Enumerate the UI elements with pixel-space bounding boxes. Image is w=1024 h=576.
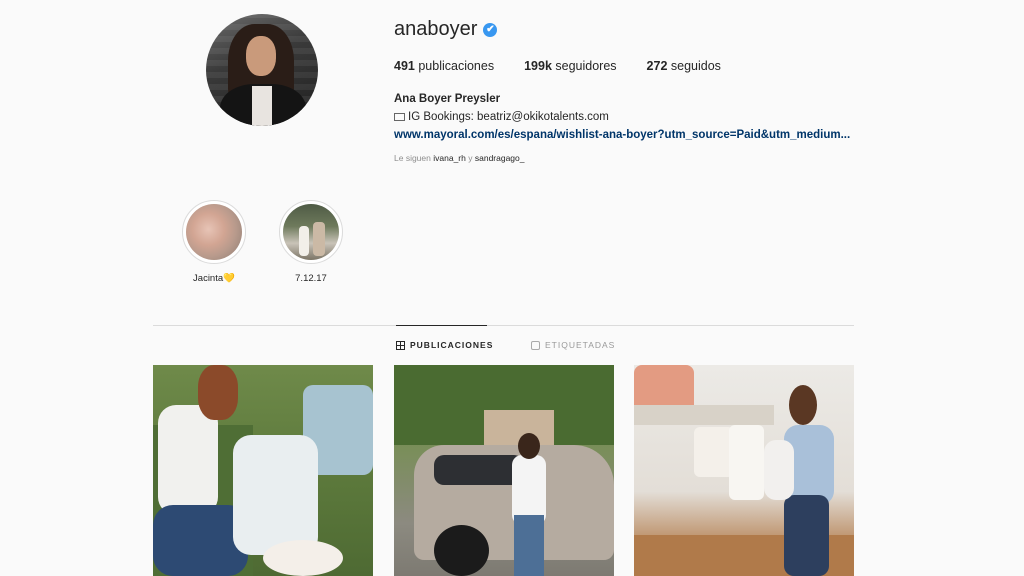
highlight-ring [279, 200, 343, 264]
profile-stats: 491 publicaciones 199k seguidores 272 se… [394, 59, 751, 73]
followed-by-prefix: Le siguen [394, 153, 431, 163]
highlight-figure [313, 222, 325, 256]
woman-jeans [784, 495, 829, 576]
post-thumbnail[interactable] [153, 365, 373, 576]
story-highlight[interactable]: 7.12.17 [279, 200, 343, 284]
followed-by-user-1[interactable]: ivana_rh [433, 153, 466, 163]
bio-text: IG Bookings: beatriz@okikotalents.com [408, 111, 609, 123]
verified-badge-icon: ✔ [483, 22, 498, 37]
story-highlight[interactable]: Jacinta💛 [182, 200, 246, 284]
bio-line: IG Bookings: beatriz@okikotalents.com [394, 108, 850, 126]
tab-posts[interactable]: PUBLICACIONES [396, 340, 493, 350]
hanging-clothes [729, 425, 764, 500]
hanging-bag [694, 427, 734, 477]
tagged-icon [531, 340, 540, 350]
car-window [434, 455, 524, 485]
stat-posts-value: 491 [394, 59, 415, 73]
woman-head [789, 385, 817, 425]
grid-icon [396, 340, 405, 350]
full-name: Ana Boyer Preysler [394, 93, 501, 105]
wall-shelf [634, 405, 774, 425]
stat-posts-label: publicaciones [418, 59, 495, 73]
bibs [263, 540, 343, 576]
envelope-icon [394, 113, 405, 121]
woman-head [518, 433, 540, 459]
tab-tagged-label: ETIQUETADAS [545, 340, 616, 350]
baby-figure [764, 440, 794, 500]
followed-by-separator: y [468, 153, 473, 163]
followed-by: Le siguen ivana_rh y sandragago_ [394, 153, 525, 163]
stat-following-label: seguidos [670, 59, 721, 73]
profile-bio: Ana Boyer Preysler IG Bookings: beatriz@… [394, 90, 850, 144]
active-tab-indicator [396, 325, 487, 326]
stat-followers[interactable]: 199k seguidores [524, 59, 616, 73]
stat-followers-value: 199k [524, 59, 552, 73]
baby-blanket [233, 435, 318, 555]
highlight-label: Jacinta💛 [193, 273, 235, 284]
car-wheel [434, 525, 489, 576]
avatar-face [246, 36, 276, 76]
tab-posts-label: PUBLICACIONES [410, 340, 494, 350]
username-row: anaboyer ✔ [394, 18, 498, 41]
post-thumbnail[interactable] [394, 365, 614, 576]
post-thumbnail[interactable] [634, 365, 854, 576]
stat-followers-label: seguidores [555, 59, 617, 73]
highlight-label: 7.12.17 [295, 273, 327, 284]
highlight-ring [182, 200, 246, 264]
stat-following[interactable]: 272 seguidos [647, 59, 721, 73]
profile-avatar[interactable] [206, 14, 318, 126]
highlight-cover [186, 204, 242, 260]
profile-link[interactable]: www.mayoral.com/es/espana/wishlist-ana-b… [394, 126, 850, 144]
woman-hair [198, 365, 238, 420]
stat-posts: 491 publicaciones [394, 59, 494, 73]
avatar-shirt [252, 86, 272, 126]
username: anaboyer [394, 18, 478, 40]
tab-tagged[interactable]: ETIQUETADAS [531, 340, 615, 350]
woman-jeans [514, 515, 544, 576]
stat-following-value: 272 [646, 59, 668, 73]
highlight-figure [299, 226, 309, 256]
highlight-cover [283, 204, 339, 260]
tabs-divider [153, 325, 854, 326]
followed-by-user-2[interactable]: sandragago_ [475, 153, 525, 163]
woman-figure [158, 405, 218, 515]
